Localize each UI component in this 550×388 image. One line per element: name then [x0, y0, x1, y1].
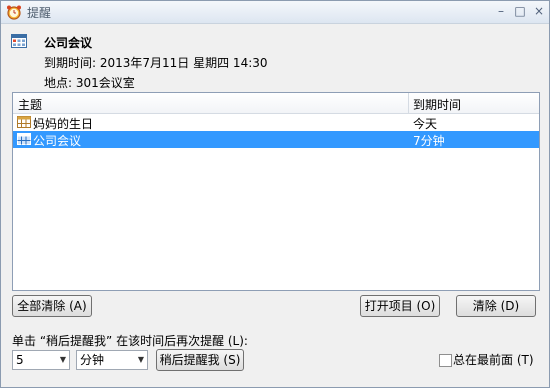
minimize-button[interactable]: – [494, 4, 508, 18]
chevron-down-icon[interactable]: ▼ [138, 351, 144, 369]
snooze-unit-select[interactable]: 分钟 ▼ [76, 350, 148, 370]
reminder-subject: 公司会议 [44, 36, 93, 50]
reminder-window: 提醒 – □ × 公司会议 到期时间: 2013年7月11日 星期四 14:30… [0, 0, 550, 388]
title-bar[interactable]: 提醒 – □ × [1, 1, 549, 24]
column-header-due[interactable]: 到期时间 [413, 96, 461, 113]
list-item-selected[interactable]: 公司会议 7分钟 [13, 131, 539, 148]
open-item-button[interactable]: 打开项目 (O) [360, 295, 440, 317]
list-item-due: 7分钟 [413, 134, 445, 148]
list-header: 主题 到期时间 [13, 93, 539, 114]
list-item-subject: 公司会议 [33, 134, 82, 148]
reminder-header: 公司会议 到期时间: 2013年7月11日 星期四 14:30 地点: 301会… [1, 24, 549, 92]
calendar-icon [11, 34, 27, 48]
maximize-button[interactable]: □ [513, 4, 527, 18]
snooze-unit-value: 分钟 [80, 353, 105, 367]
list-item-subject: 妈妈的生日 [33, 117, 94, 131]
clear-button[interactable]: 清除 (D) [456, 295, 536, 317]
always-on-top-checkbox[interactable] [439, 354, 452, 367]
calendar-item-icon [17, 116, 31, 128]
reminder-list[interactable]: 主题 到期时间 妈妈的生日 今天 公司会议 7分钟 [12, 92, 540, 291]
window-title: 提醒 [27, 6, 52, 20]
chevron-down-icon[interactable]: ▼ [60, 351, 66, 369]
always-on-top-label[interactable]: 总在最前面 (T) [453, 351, 534, 368]
snooze-button[interactable]: 稍后提醒我 (S) [156, 349, 244, 371]
reminder-location: 地点: 301会议室 [44, 76, 135, 90]
list-item-due: 今天 [413, 117, 438, 131]
snooze-amount-select[interactable]: 5 ▼ [12, 350, 70, 370]
calendar-item-icon [17, 133, 31, 145]
snooze-amount-value: 5 [16, 353, 24, 367]
clear-all-button[interactable]: 全部清除 (A) [12, 295, 92, 317]
column-header-subject[interactable]: 主题 [18, 96, 42, 113]
reminder-due-time: 到期时间: 2013年7月11日 星期四 14:30 [44, 56, 268, 70]
list-item[interactable]: 妈妈的生日 今天 [13, 114, 539, 131]
close-button[interactable]: × [532, 4, 546, 18]
snooze-label: 单击 “稍后提醒我” 在该时间后再次提醒 (L): [12, 334, 248, 348]
column-divider[interactable] [408, 93, 409, 113]
alarm-clock-icon [7, 5, 21, 20]
